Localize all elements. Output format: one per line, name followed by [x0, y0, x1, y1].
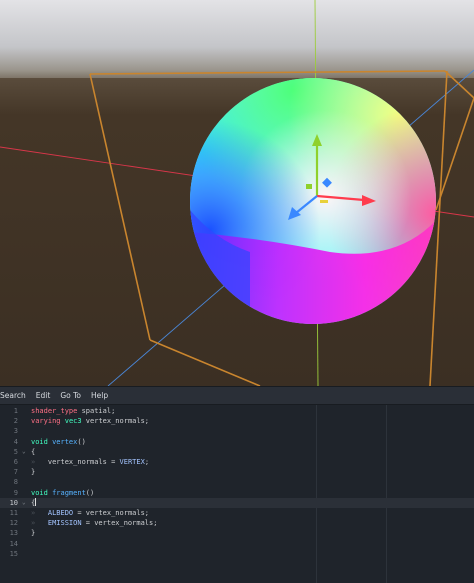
line-number: 13 — [9, 529, 18, 538]
code-token: ; — [144, 458, 150, 466]
code-text: varying vec3 vertex_normals; — [31, 416, 149, 426]
code-token: shader_type — [31, 407, 78, 415]
code-line[interactable]: 10 ⌄ { — [0, 497, 474, 508]
code-text: } — [31, 528, 35, 538]
code-text: void fragment() — [31, 488, 94, 498]
code-token: EMISSION — [47, 519, 82, 528]
code-token: vertex_normals; — [81, 417, 150, 426]
tab-indent-icon: » — [31, 509, 48, 517]
code-line[interactable]: 13} — [0, 528, 474, 538]
code-token: () — [77, 437, 86, 446]
code-line[interactable]: 2 varying vec3 vertex_normals; — [0, 416, 474, 426]
code-text: } — [31, 467, 35, 477]
menu-edit[interactable]: Edit — [31, 391, 56, 400]
code-token: void — [31, 488, 48, 497]
code-text: void vertex() — [31, 437, 86, 447]
fold-chevron-icon[interactable]: ⌄ — [22, 447, 26, 457]
code-line[interactable]: 12 » EMISSION = vertex_normals; — [0, 518, 474, 528]
code-text: { — [31, 447, 35, 457]
code-line[interactable]: 3 — [0, 426, 474, 436]
code-line[interactable]: 9 void fragment() — [0, 488, 474, 498]
code-line[interactable]: 8 — [0, 477, 474, 487]
code-text: { — [31, 497, 37, 508]
line-number: 15 — [9, 549, 18, 558]
line-number: 8 — [13, 478, 18, 487]
3d-viewport[interactable] — [0, 0, 474, 386]
code-token: } — [31, 529, 36, 538]
code-token: vertex_normals = — [47, 458, 120, 466]
code-token: vertex — [52, 437, 78, 446]
tab-indent-icon: » — [31, 458, 48, 466]
code-token: () — [85, 488, 95, 497]
script-menu-bar: Search Edit Go To Help — [0, 386, 474, 405]
code-line[interactable]: 7} — [0, 467, 474, 477]
line-number: 11 — [9, 509, 18, 517]
fold-chevron-icon[interactable]: ⌄ — [22, 498, 26, 508]
code-line[interactable]: 14 — [0, 539, 474, 549]
menu-help[interactable]: Help — [86, 391, 113, 400]
line-number: 7 — [13, 468, 18, 477]
code-text: shader_type spatial; — [31, 406, 115, 416]
line-number: 6 — [13, 458, 18, 466]
code-text: » ALBEDO = vertex_normals; — [31, 508, 149, 518]
tab-indent-icon: » — [31, 519, 48, 528]
code-token: { — [31, 447, 36, 456]
code-token: VERTEX — [119, 458, 145, 466]
line-number: 4 — [13, 437, 18, 446]
code-token: ALBEDO — [47, 509, 74, 517]
line-number: 9 — [13, 488, 18, 497]
line-number: 14 — [9, 539, 18, 548]
sky-background — [0, 0, 474, 78]
code-token: spatial; — [77, 407, 116, 415]
code-line[interactable]: 15 — [0, 549, 474, 559]
code-line[interactable]: 11 » ALBEDO = vertex_normals; — [0, 508, 474, 518]
shader-code-editor[interactable]: 1 shader_type spatial; 2 varying vec3 verte… — [0, 405, 474, 583]
code-line[interactable]: 5 ⌄ { — [0, 447, 474, 457]
line-number: 12 — [9, 519, 18, 528]
code-text: » vertex_normals = VERTEX; — [31, 457, 149, 467]
menu-search[interactable]: Search — [0, 391, 31, 400]
code-text: » EMISSION = vertex_normals; — [31, 518, 157, 528]
line-number: 5 — [13, 447, 18, 456]
code-token: vec3 — [64, 417, 82, 426]
line-number: 1 — [13, 407, 18, 415]
code-line[interactable]: 1 shader_type spatial; — [0, 406, 474, 416]
line-number: 10 — [9, 498, 18, 507]
gizmo-plane-handle-3[interactable] — [320, 200, 328, 203]
code-line[interactable]: 4 void vertex() — [0, 437, 474, 447]
viewport-canvas[interactable] — [0, 0, 474, 386]
code-line[interactable]: 6 » vertex_normals = VERTEX; — [0, 457, 474, 467]
line-number: 2 — [13, 417, 18, 426]
code-token: varying — [31, 417, 61, 426]
line-number: 3 — [13, 427, 18, 436]
code-token: = vertex_normals; — [73, 509, 150, 517]
code-token: fragment — [52, 488, 86, 497]
code-token: void — [31, 437, 48, 446]
code-token: = vertex_normals; — [81, 519, 158, 528]
menu-go-to[interactable]: Go To — [55, 391, 86, 400]
gizmo-plane-handle-2[interactable] — [306, 184, 312, 189]
text-caret — [35, 497, 37, 506]
code-token: } — [31, 468, 36, 477]
